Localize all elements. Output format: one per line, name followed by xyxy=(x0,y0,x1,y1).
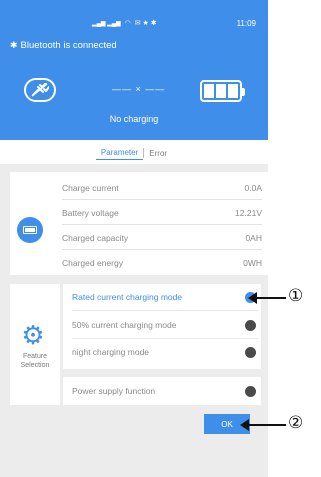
param-label: Charged energy xyxy=(62,258,123,268)
radio-unselected[interactable] xyxy=(245,319,256,331)
status-header: ▂▄▆ ▂▄▆ ◠ ✉ ★ ✱ 11:09 ✱ Bluetooth is con… xyxy=(0,0,268,140)
battery-cell xyxy=(204,84,214,98)
battery-icon xyxy=(17,217,43,243)
bluetooth-icon: ✱ xyxy=(10,40,18,50)
mode-label: 50% current charging mode xyxy=(72,320,177,330)
annotation-marker-1: ① xyxy=(288,286,304,306)
param-row-charge-current: Charge current 0.0A xyxy=(62,178,262,198)
battery-full-icon xyxy=(200,80,245,102)
charge-status: No charging xyxy=(109,114,159,124)
param-value: 0WH xyxy=(243,258,262,268)
wifi-icon: ◠ xyxy=(124,20,131,27)
mode-50-percent[interactable]: 50% current charging mode xyxy=(72,316,258,334)
gear-icon: ⚙ xyxy=(21,320,45,350)
mini-battery-glyph xyxy=(23,226,37,234)
battery-cell xyxy=(228,84,238,98)
status-time: 11:09 xyxy=(236,18,256,28)
divider xyxy=(62,249,262,250)
tab-bar: Parameter Error xyxy=(0,143,268,163)
bluetooth-status: ✱ Bluetooth is connected xyxy=(10,40,117,51)
divider xyxy=(72,338,258,339)
mode-rated-current[interactable]: Rated current charging mode xyxy=(72,288,258,306)
tab-error[interactable]: Error xyxy=(144,147,172,160)
status-bar: ▂▄▆ ▂▄▆ ◠ ✉ ★ ✱ 11:09 xyxy=(92,17,268,29)
param-row-charged-capacity: Charged capacity 0AH xyxy=(62,228,262,248)
tab-parameter[interactable]: Parameter xyxy=(95,146,144,160)
connection-link: —— × —— xyxy=(112,84,166,94)
param-value: 12.21V xyxy=(235,208,262,218)
supply-label: Power supply function xyxy=(72,386,156,396)
feature-selection-label: Feature Selection xyxy=(12,352,58,370)
param-label: Charge current xyxy=(62,183,119,193)
annotation-arrow-1 xyxy=(248,292,286,304)
param-label: Charged capacity xyxy=(62,233,129,243)
plug-glyph-icon xyxy=(31,83,49,97)
divider xyxy=(72,310,258,311)
param-row-charged-energy: Charged energy 0WH xyxy=(62,253,262,273)
feature-label-line1: Feature xyxy=(22,353,48,360)
param-label: Battery voltage xyxy=(62,208,119,218)
supply-toggle[interactable] xyxy=(245,385,256,397)
mode-label: night charging mode xyxy=(72,347,150,357)
mode-night-charging[interactable]: night charging mode xyxy=(72,343,258,361)
feature-label-line2: Selection xyxy=(20,362,50,369)
bluetooth-text: Bluetooth is connected xyxy=(20,40,117,51)
param-row-battery-voltage: Battery voltage 12.21V xyxy=(62,203,262,223)
annotation-arrow-2 xyxy=(240,419,286,431)
signal-icon: ▂▄▆ ▂▄▆ xyxy=(92,20,121,27)
param-value: 0AH xyxy=(245,233,262,243)
notification-icons: ✉ ★ ✱ xyxy=(134,20,157,27)
plug-icon xyxy=(24,78,56,102)
param-value: 0.0A xyxy=(244,183,263,193)
divider xyxy=(62,224,262,225)
mode-label: Rated current charging mode xyxy=(72,292,183,302)
radio-unselected[interactable] xyxy=(245,346,256,358)
battery-cell xyxy=(216,84,226,98)
charger-app-screen: ▂▄▆ ▂▄▆ ◠ ✉ ★ ✱ 11:09 ✱ Bluetooth is con… xyxy=(0,0,321,477)
power-supply-function[interactable]: Power supply function xyxy=(72,382,258,400)
annotation-marker-2: ② xyxy=(288,413,304,433)
divider xyxy=(62,199,262,200)
